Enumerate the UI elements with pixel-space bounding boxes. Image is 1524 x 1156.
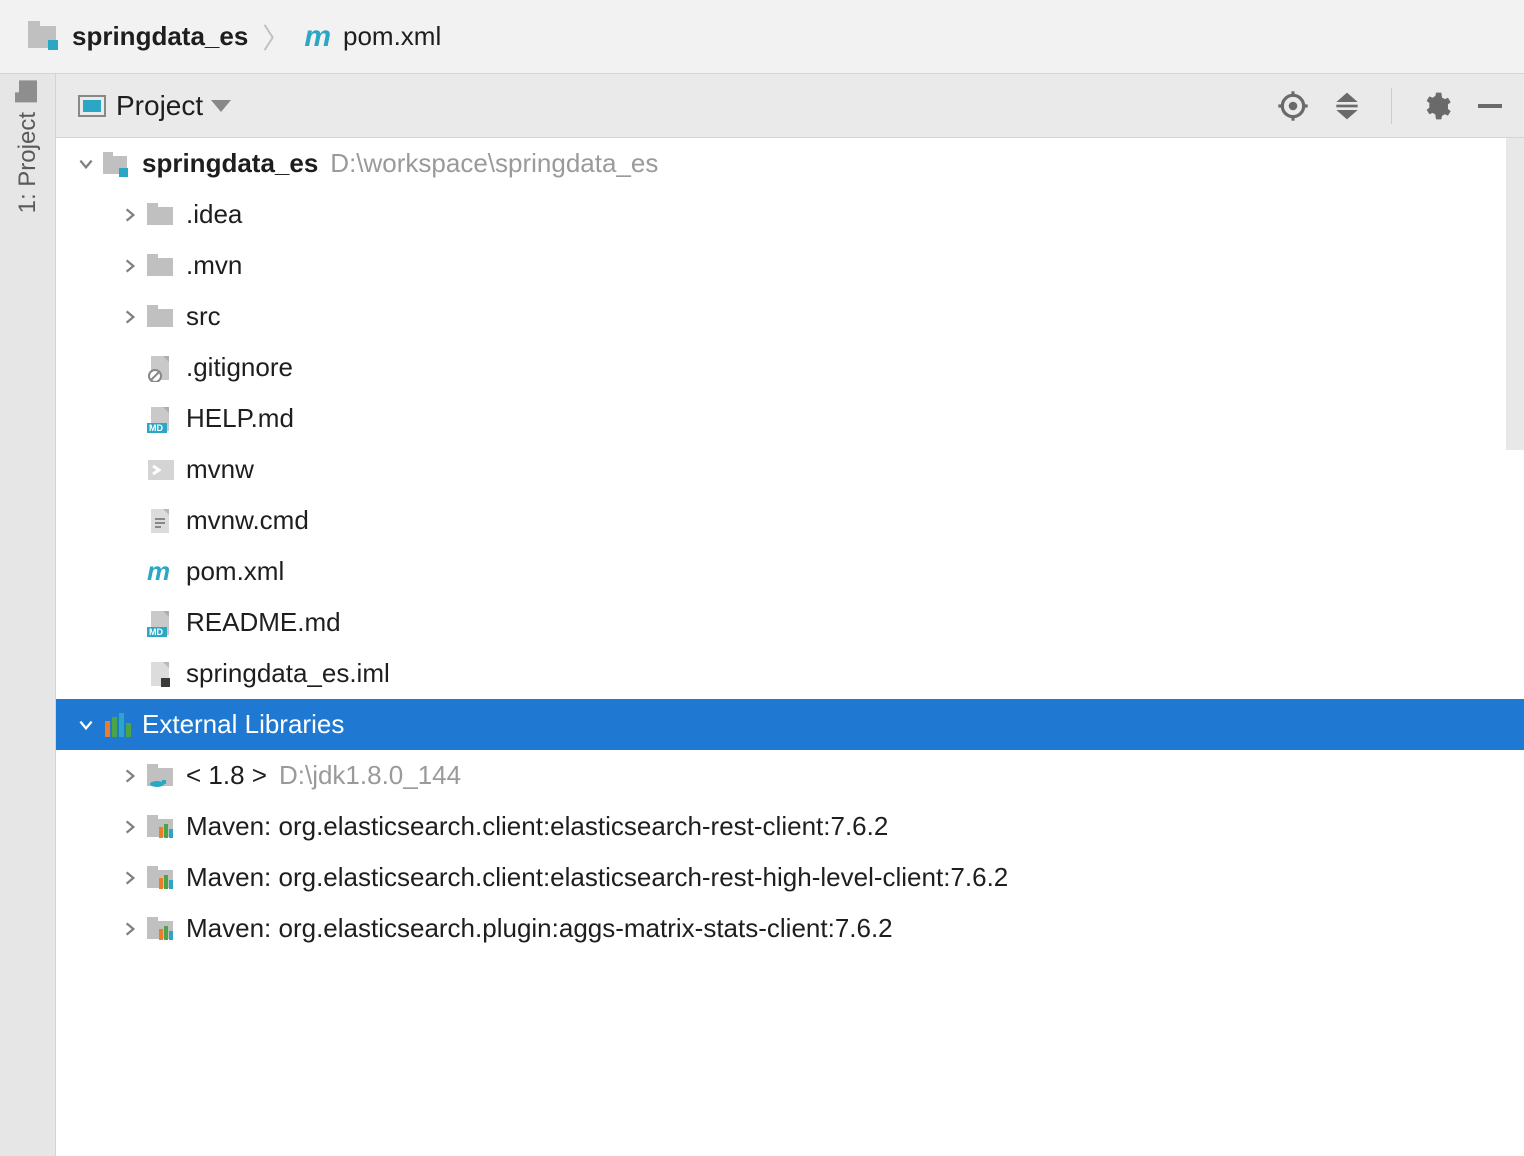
- file-type-icon: [144, 303, 178, 331]
- tree-item-label: README.md: [186, 607, 341, 638]
- chevron-right-icon[interactable]: [116, 767, 144, 785]
- tool-tab-project[interactable]: 1: Project: [14, 74, 42, 231]
- project-panel: Project: [56, 74, 1524, 1156]
- tree-item-label: pom.xml: [186, 556, 284, 587]
- chevron-down-icon[interactable]: [72, 155, 100, 173]
- main-area: 1: Project Project: [0, 74, 1524, 1156]
- gear-icon[interactable]: [1420, 90, 1452, 122]
- svg-text:m: m: [147, 558, 170, 586]
- tree-library-item[interactable]: < 1.8 > D:\jdk1.8.0_144: [56, 750, 1524, 801]
- svg-text:MD: MD: [149, 627, 163, 637]
- tree-library-item[interactable]: Maven: org.elasticsearch.client:elastics…: [56, 801, 1524, 852]
- tree-root-path: D:\workspace\springdata_es: [330, 148, 658, 179]
- tree-library-item[interactable]: Maven: org.elasticsearch.plugin:aggs-mat…: [56, 903, 1524, 954]
- library-folder-icon: [144, 915, 178, 943]
- tree-external-libraries[interactable]: External Libraries: [56, 699, 1524, 750]
- file-type-icon: [144, 354, 178, 382]
- tool-window-strip: 1: Project: [0, 74, 56, 1156]
- panel-header: Project: [56, 74, 1524, 138]
- file-type-icon: [144, 456, 178, 484]
- tree-item[interactable]: src: [56, 291, 1524, 342]
- project-tree[interactable]: springdata_es D:\workspace\springdata_es…: [56, 138, 1524, 1156]
- tree-root[interactable]: springdata_es D:\workspace\springdata_es: [56, 138, 1524, 189]
- tree-item-label: < 1.8 >: [186, 760, 267, 791]
- svg-text:MD: MD: [149, 423, 163, 433]
- library-folder-icon: [144, 762, 178, 790]
- panel-actions: [1277, 88, 1506, 124]
- folder-icon: [19, 80, 37, 102]
- tree-item-label: .idea: [186, 199, 242, 230]
- library-icon: [100, 711, 134, 739]
- chevron-right-icon[interactable]: [116, 206, 144, 224]
- file-type-icon: [144, 201, 178, 229]
- panel-title[interactable]: Project: [116, 90, 203, 122]
- tree-root-name: springdata_es: [142, 148, 318, 179]
- separator: [1391, 88, 1392, 124]
- tree-item-label: Maven: org.elasticsearch.client:elastics…: [186, 811, 888, 842]
- tree-item[interactable]: .mvn: [56, 240, 1524, 291]
- project-folder-icon: [28, 26, 56, 48]
- tree-item[interactable]: .gitignore: [56, 342, 1524, 393]
- library-folder-icon: [144, 864, 178, 892]
- minimize-icon[interactable]: [1474, 90, 1506, 122]
- chevron-right-icon[interactable]: [116, 818, 144, 836]
- chevron-right-icon[interactable]: [116, 308, 144, 326]
- tree-item-label: mvnw: [186, 454, 254, 485]
- file-type-icon: [144, 660, 178, 688]
- file-type-icon: MD: [144, 405, 178, 433]
- collapse-all-icon[interactable]: [1331, 90, 1363, 122]
- tree-item[interactable]: MD HELP.md: [56, 393, 1524, 444]
- tree-item-label: HELP.md: [186, 403, 294, 434]
- tree-item-label: .gitignore: [186, 352, 293, 383]
- chevron-right-icon[interactable]: [116, 257, 144, 275]
- file-type-icon: MD: [144, 609, 178, 637]
- breadcrumb-file[interactable]: pom.xml: [343, 21, 441, 52]
- file-type-icon: [144, 252, 178, 280]
- project-view-icon: [78, 95, 106, 117]
- tree-item[interactable]: mvnw: [56, 444, 1524, 495]
- tool-tab-label: 1: Project: [14, 112, 42, 213]
- locate-icon[interactable]: [1277, 90, 1309, 122]
- file-type-icon: m: [144, 558, 178, 586]
- tree-item-label: Maven: org.elasticsearch.plugin:aggs-mat…: [186, 913, 893, 944]
- scrollbar[interactable]: [1506, 138, 1524, 450]
- library-folder-icon: [144, 813, 178, 841]
- tree-item[interactable]: mvnw.cmd: [56, 495, 1524, 546]
- tree-item-label: springdata_es.iml: [186, 658, 390, 689]
- breadcrumb-project[interactable]: springdata_es: [72, 21, 248, 52]
- tree-item[interactable]: .idea: [56, 189, 1524, 240]
- file-type-icon: [144, 507, 178, 535]
- project-folder-icon: [100, 150, 134, 178]
- tree-item-label: .mvn: [186, 250, 242, 281]
- chevron-down-icon[interactable]: [72, 716, 100, 734]
- tree-item[interactable]: MD README.md: [56, 597, 1524, 648]
- tree-item-label: mvnw.cmd: [186, 505, 309, 536]
- breadcrumb-separator-icon: 〉: [258, 17, 294, 57]
- breadcrumb: springdata_es 〉 m pom.xml: [0, 0, 1524, 74]
- tree-extlib-label: External Libraries: [142, 709, 344, 740]
- tree-item[interactable]: springdata_es.iml: [56, 648, 1524, 699]
- tree-item-label: src: [186, 301, 221, 332]
- chevron-right-icon[interactable]: [116, 920, 144, 938]
- tree-item-path: D:\jdk1.8.0_144: [279, 760, 461, 791]
- tree-library-item[interactable]: Maven: org.elasticsearch.client:elastics…: [56, 852, 1524, 903]
- chevron-right-icon[interactable]: [116, 869, 144, 887]
- tree-item-label: Maven: org.elasticsearch.client:elastics…: [186, 862, 1008, 893]
- chevron-down-icon[interactable]: [211, 100, 231, 112]
- tree-item[interactable]: m pom.xml: [56, 546, 1524, 597]
- maven-file-icon: m: [304, 20, 331, 54]
